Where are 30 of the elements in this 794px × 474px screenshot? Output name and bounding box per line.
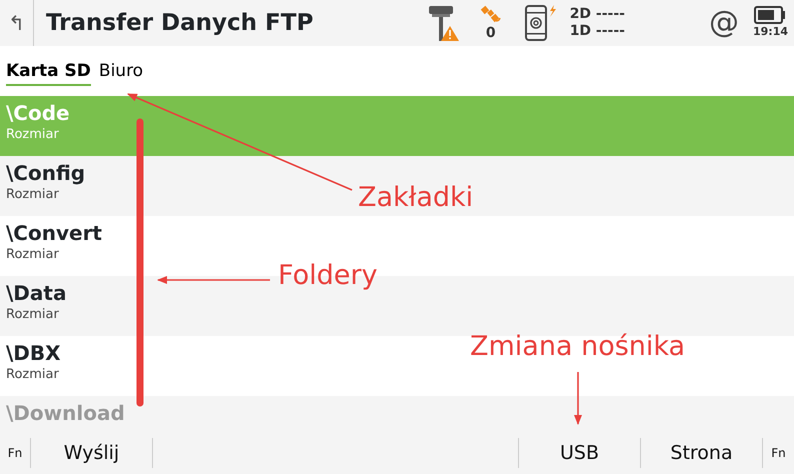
folder-size: Rozmiar xyxy=(6,186,59,204)
annotation-label: Zakładki xyxy=(358,183,474,213)
battery-icon xyxy=(754,6,786,24)
annotation-arrow xyxy=(574,372,582,425)
softkey[interactable]: Strona xyxy=(641,438,763,468)
folder-name: \Download xyxy=(6,401,125,425)
folder-size: Rozmiar xyxy=(6,126,59,144)
folder-name: \Convert xyxy=(6,221,102,245)
folder-name: \Config xyxy=(6,161,86,185)
satellite-count: 0 xyxy=(486,24,496,42)
clock-time: 19:14 xyxy=(752,24,788,40)
at-symbol: @ xyxy=(708,8,739,38)
window-title: Transfer Danych FTP xyxy=(46,8,314,38)
folder-size: Rozmiar xyxy=(6,366,59,384)
tab[interactable]: Karta SD xyxy=(6,56,91,86)
tab[interactable]: Biuro xyxy=(98,56,144,86)
folder-size: Rozmiar xyxy=(6,306,59,324)
position-quality-2d: 2D ----- xyxy=(570,6,625,23)
position-quality-1d: 1D ----- xyxy=(570,23,625,40)
folder-name: \Code xyxy=(6,101,70,125)
fn-key[interactable]: Fn xyxy=(763,438,794,468)
softkey[interactable]: USB xyxy=(519,438,641,468)
folder-name: \DBX xyxy=(6,341,61,365)
softkey[interactable]: Wyślij xyxy=(31,438,153,468)
fn-key[interactable]: Fn xyxy=(0,438,31,468)
satellite-icon xyxy=(480,4,502,25)
back-button[interactable]: ↰ xyxy=(0,0,34,46)
folder-name: \Data xyxy=(6,281,66,305)
folder-size: Rozmiar xyxy=(6,246,59,264)
phone-icon xyxy=(524,4,558,42)
